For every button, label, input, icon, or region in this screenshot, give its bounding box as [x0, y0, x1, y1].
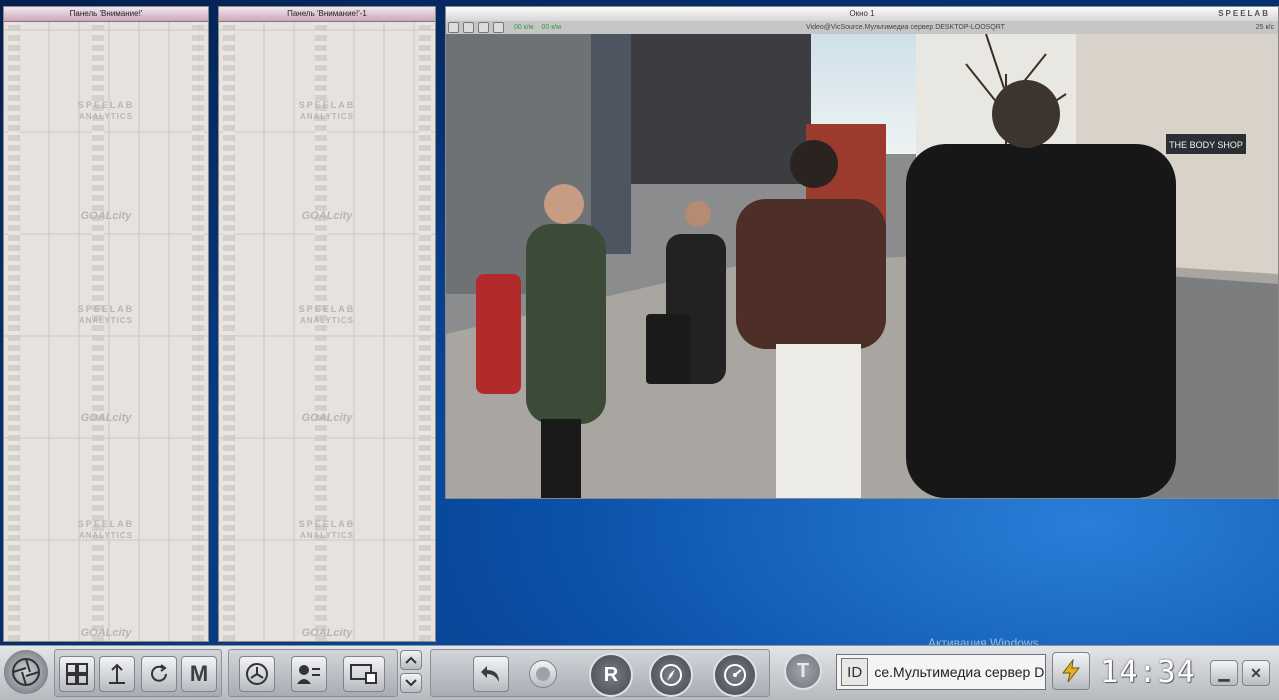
minimize-button[interactable]: ▁ [1210, 660, 1238, 686]
search-icon[interactable] [463, 22, 474, 33]
watermark-brand: SPEELAB [77, 519, 135, 529]
users-icon [297, 665, 320, 684]
grid-icon [66, 663, 88, 685]
text-button[interactable]: T [784, 652, 822, 690]
refresh-button[interactable] [141, 656, 177, 692]
camera-window-title: Окно 1 [849, 9, 875, 18]
record-indicator[interactable] [529, 660, 557, 688]
panel-empty-slots: SPEELAB ANALYTICS GOALcity SPEELAB ANALY… [219, 22, 435, 641]
users-button[interactable] [291, 656, 327, 692]
speed-out-status: 00 к/м [541, 24, 562, 32]
undo-button[interactable] [473, 656, 509, 692]
camera-video-frame[interactable]: THE BODY SHOP [446, 34, 1278, 498]
fit-vertical-button[interactable] [99, 656, 135, 692]
layout-tools-group: M [54, 649, 222, 697]
watermark-sub: ANALYTICS [78, 112, 134, 121]
aperture-icon [12, 658, 40, 686]
scroll-down-button[interactable] [400, 673, 422, 693]
watermark-brand: SPEELAB [77, 304, 135, 314]
watermark-brand: SPEELAB [298, 304, 356, 314]
settings-icon[interactable] [448, 22, 459, 33]
monitor-icon [350, 664, 377, 684]
grid-layout-button[interactable] [59, 656, 95, 692]
id-label: ID [841, 658, 869, 686]
monitor-button[interactable] [343, 656, 385, 692]
camera-status-bar: 00 к/м 00 к/м Video@VicSource.Мультимеди… [446, 21, 1278, 34]
luggage [646, 314, 691, 384]
panel-title: Панель 'Внимание!' [4, 7, 208, 22]
playback-group: R [430, 649, 770, 697]
power-button[interactable] [1052, 652, 1090, 690]
watermark-goal: GOALcity [301, 412, 353, 424]
clock-icon [246, 663, 268, 685]
video-source-label: Video@VicSource.Мультимедиа сервер DESKT… [806, 24, 1005, 31]
camera-brand: SPEELAB [1218, 9, 1270, 18]
camera-window[interactable]: Окно 1 SPEELAB 00 к/м 00 к/м Video@VicSo… [445, 6, 1279, 499]
watermark-goal: GOALcity [301, 627, 353, 639]
speed-in-status: 00 к/м [513, 24, 534, 32]
speedometer-icon [724, 664, 746, 686]
watermark-sub: ANALYTICS [78, 316, 134, 325]
record-icon[interactable] [478, 22, 489, 33]
scroll-up-button[interactable] [400, 650, 422, 670]
source-id-field[interactable]: ID ce.Мультимедиа сервер DES [836, 654, 1046, 690]
watermark-brand: SPEELAB [77, 100, 135, 110]
refresh-icon [151, 664, 167, 682]
watermark-sub: ANALYTICS [78, 531, 134, 540]
watermark-sub: ANALYTICS [299, 531, 355, 540]
map-mode-button[interactable]: M [181, 656, 217, 692]
undo-icon [481, 666, 499, 682]
close-button[interactable]: ✕ [1242, 660, 1270, 686]
watermark-goal: GOALcity [80, 210, 132, 222]
lightning-icon [1061, 659, 1081, 683]
fps-label: 25 к/с [1255, 24, 1274, 31]
watermark-sub: ANALYTICS [299, 316, 355, 325]
watermark-brand: SPEELAB [298, 100, 356, 110]
bottom-toolbar: M R T ID ce.Мультимедиа сервер DES 14:34… [0, 645, 1279, 700]
registration-button[interactable]: R [589, 653, 633, 697]
source-id-value: ce.Мультимедиа сервер DES [874, 664, 1045, 680]
watermark-goal: GOALcity [80, 627, 132, 639]
clock: 14:34 [1100, 654, 1196, 690]
image-icon[interactable] [493, 22, 504, 33]
watermark-goal: GOALcity [301, 210, 353, 222]
panel-empty-slots: SPEELAB ANALYTICS GOALcity SPEELAB ANALY… [4, 22, 208, 641]
attention-panel-1[interactable]: Панель 'Внимание!' SPEELAB ANALYTICS GOA… [3, 6, 209, 642]
chevron-down-icon [405, 679, 417, 687]
vertical-arrows-icon [109, 663, 125, 684]
aperture-menu-button[interactable] [4, 650, 48, 694]
camera-window-header: Окно 1 SPEELAB [446, 7, 1278, 21]
view-tools-group [228, 649, 398, 697]
shop-sign-text: THE BODY SHOP [1169, 140, 1243, 150]
chevron-up-icon [405, 656, 417, 664]
watermark-goal: GOALcity [80, 412, 132, 424]
speedometer-button[interactable] [713, 653, 757, 697]
compass-icon [660, 664, 682, 686]
compass-button[interactable] [649, 653, 693, 697]
attention-panel-2[interactable]: Панель 'Внимание!'-1 SPEELAB ANALYTICS G… [218, 6, 436, 642]
watermark-brand: SPEELAB [298, 519, 356, 529]
timer-button[interactable] [239, 656, 275, 692]
watermark-sub: ANALYTICS [299, 112, 355, 121]
circle-icon [536, 667, 550, 681]
stroller [476, 274, 521, 394]
panel-title: Панель 'Внимание!'-1 [219, 7, 435, 22]
